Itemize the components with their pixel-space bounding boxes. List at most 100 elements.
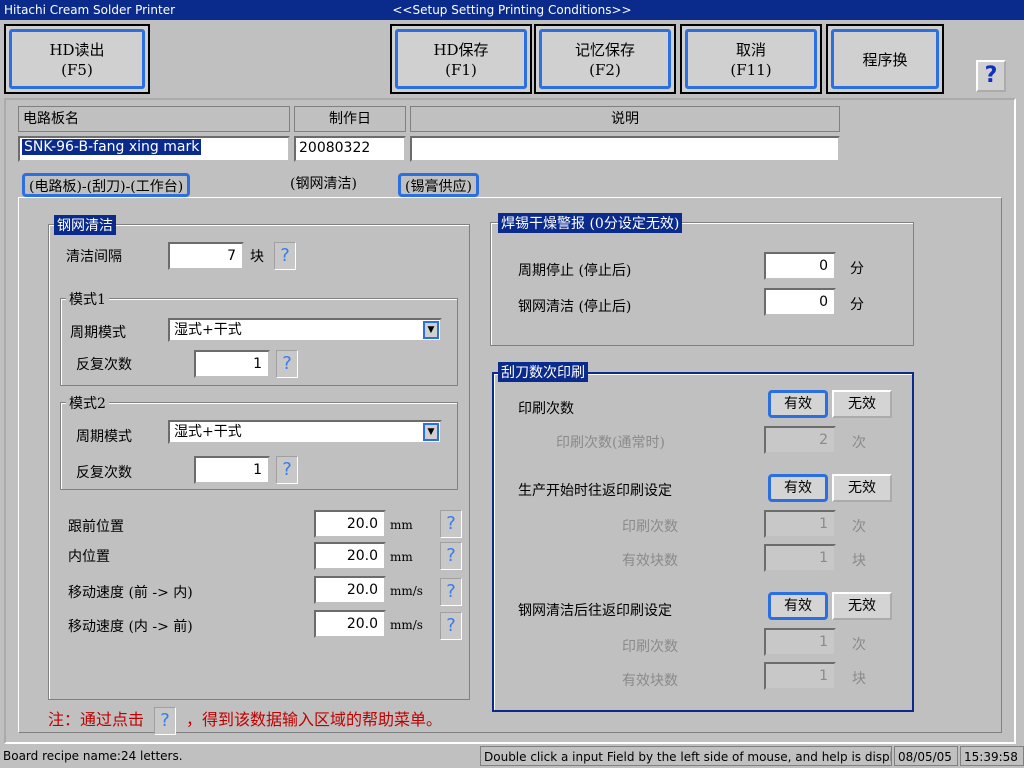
help-note-suffix: ，得到该数据输入区域的帮助菜单。 [186,710,443,729]
front-position-input[interactable]: 20.0 [314,510,386,538]
normal-print-count-input: 2 [764,426,836,454]
hd-save-label: HD保存 [433,41,489,59]
start-blocks-unit: 块 [852,553,866,569]
start-blocks-label: 有效块数 [622,553,678,569]
memory-save-button[interactable]: 记忆保存 (F2) [534,24,676,94]
memory-save-label: 记忆保存 [574,41,635,59]
mode2-cycle-select[interactable]: 湿式+干式 ▼ [168,420,442,444]
inner-position-help-icon[interactable]: ? [440,542,462,570]
speed-inner-front-input[interactable]: 20.0 [314,610,386,638]
program-change-label: 程序换 [862,51,908,69]
mode1-repeat-label: 反复次数 [76,357,132,373]
after-count-input: 1 [764,628,836,656]
interval-unit: 块 [250,249,264,265]
tab-board-squeegee-table[interactable]: (电路板)-(刮刀)-(工作台) [22,173,191,197]
after-count-label: 印刷次数 [622,639,678,655]
print-count-disable-button[interactable]: 无效 [832,390,892,418]
status-time: 15:39:58 [960,746,1024,766]
after-clean-round-print-label: 钢网清洁后往返印刷设定 [518,603,672,619]
front-position-help-icon[interactable]: ? [440,510,462,538]
mode1-cycle-label: 周期模式 [70,325,126,341]
mode1-cycle-select[interactable]: 湿式+干式 ▼ [168,318,442,342]
title-bar: Hitachi Cream Solder Printer <<Setup Set… [0,0,1024,20]
cycle-stop-label: 周期停止 (停止后) [518,263,632,279]
date-label: 制作日 [294,106,406,132]
mode1-repeat-help-icon[interactable]: ? [276,350,298,378]
start-count-label: 印刷次数 [622,519,678,535]
print-count-enable-button[interactable]: 有效 [768,390,828,418]
hd-save-key: (F1) [445,61,477,79]
cycle-stop-unit: 分 [850,261,864,277]
start-round-print-label: 生产开始时往返印刷设定 [518,483,672,499]
speed-inner-front-help-icon[interactable]: ? [440,612,462,640]
start-count-unit: 次 [852,519,866,535]
hd-save-button[interactable]: HD保存 (F1) [390,24,532,94]
speed-front-inner-unit: mm/s [390,584,423,598]
after-blocks-label: 有效块数 [622,673,678,689]
help-button[interactable]: ? [976,60,1006,92]
after-blocks-unit: 块 [852,671,866,687]
hd-read-button[interactable]: HD读出 (F5) [4,24,150,94]
description-input[interactable] [410,136,840,162]
mode2-repeat-input[interactable]: 1 [194,456,270,484]
board-name-value: SNK-96-B-fang xing mark [22,139,202,155]
stencil-clean-stop-label: 钢网清洁 (停止后) [518,299,632,315]
board-name-label: 电路板名 [18,106,290,132]
interval-label: 清洁间隔 [66,249,122,265]
memory-save-key: (F2) [589,61,621,79]
cancel-key: (F11) [730,61,772,79]
dry-alarm-group [490,222,914,346]
program-change-button[interactable]: 程序换 [826,24,944,94]
mode1-title: 模式1 [66,289,109,309]
stencil-clean-stop-input[interactable]: 0 [764,288,836,316]
mode2-title: 模式2 [66,393,109,413]
hd-read-label: HD读出 [49,41,105,59]
chevron-down-icon[interactable]: ▼ [423,321,439,339]
speed-front-inner-help-icon[interactable]: ? [440,578,462,606]
after-blocks-input: 1 [764,662,836,690]
board-name-input[interactable]: SNK-96-B-fang xing mark [18,136,290,162]
chevron-down-icon[interactable]: ▼ [423,423,439,441]
hd-read-key: (F5) [61,61,93,79]
help-note-icon: ? [154,706,177,735]
stencil-cleaning-title: 钢网清洁 [54,215,116,235]
help-note: 注：通过点击? ，得到该数据输入区域的帮助菜单。 [48,706,442,735]
start-round-enable-button[interactable]: 有效 [768,474,828,502]
cancel-button[interactable]: 取消 (F11) [680,24,822,94]
stencil-clean-stop-unit: 分 [850,297,864,313]
normal-print-count-label: 印刷次数(通常时) [556,435,665,451]
dry-alarm-title: 焊锡干燥警报 (0分设定无效) [498,213,683,233]
inner-position-input[interactable]: 20.0 [314,542,386,570]
speed-front-inner-input[interactable]: 20.0 [314,576,386,604]
cycle-stop-input[interactable]: 0 [764,252,836,280]
mode1-repeat-input[interactable]: 1 [194,350,270,378]
after-count-unit: 次 [852,637,866,653]
status-date: 08/05/05 [894,746,958,766]
start-count-input: 1 [764,510,836,538]
tab-stencil-cleaning[interactable]: (钢网清洁) [290,173,357,197]
squeegee-multi-print-title: 刮刀数次印刷 [498,362,588,382]
front-position-label: 跟前位置 [68,519,124,535]
description-label: 说明 [410,106,840,132]
mode2-cycle-label: 周期模式 [76,429,132,445]
tab-solder-supply[interactable]: (锡膏供应) [398,173,479,197]
interval-input[interactable]: 7 [168,242,244,270]
interval-help-icon[interactable]: ? [274,242,296,270]
after-clean-enable-button[interactable]: 有效 [768,592,828,620]
print-count-label: 印刷次数 [518,401,574,417]
speed-inner-front-label: 移动速度 (内 -> 前) [68,619,193,635]
start-round-disable-button[interactable]: 无效 [832,474,892,502]
mode2-repeat-help-icon[interactable]: ? [276,456,298,484]
cancel-label: 取消 [735,41,766,59]
inner-position-label: 内位置 [68,549,110,565]
date-input[interactable]: 20080322 [294,136,406,162]
after-clean-disable-button[interactable]: 无效 [832,592,892,620]
status-left: Board recipe name:24 letters. [3,749,183,763]
help-note-prefix: 注：通过点击 [48,710,145,729]
speed-inner-front-unit: mm/s [390,618,423,632]
start-blocks-input: 1 [764,544,836,572]
status-hint: Double click a input Field by the left s… [480,746,892,766]
normal-print-count-unit: 次 [852,435,866,451]
mode2-repeat-label: 反复次数 [76,465,132,481]
window-title: <<Setup Setting Printing Conditions>> [392,3,632,17]
